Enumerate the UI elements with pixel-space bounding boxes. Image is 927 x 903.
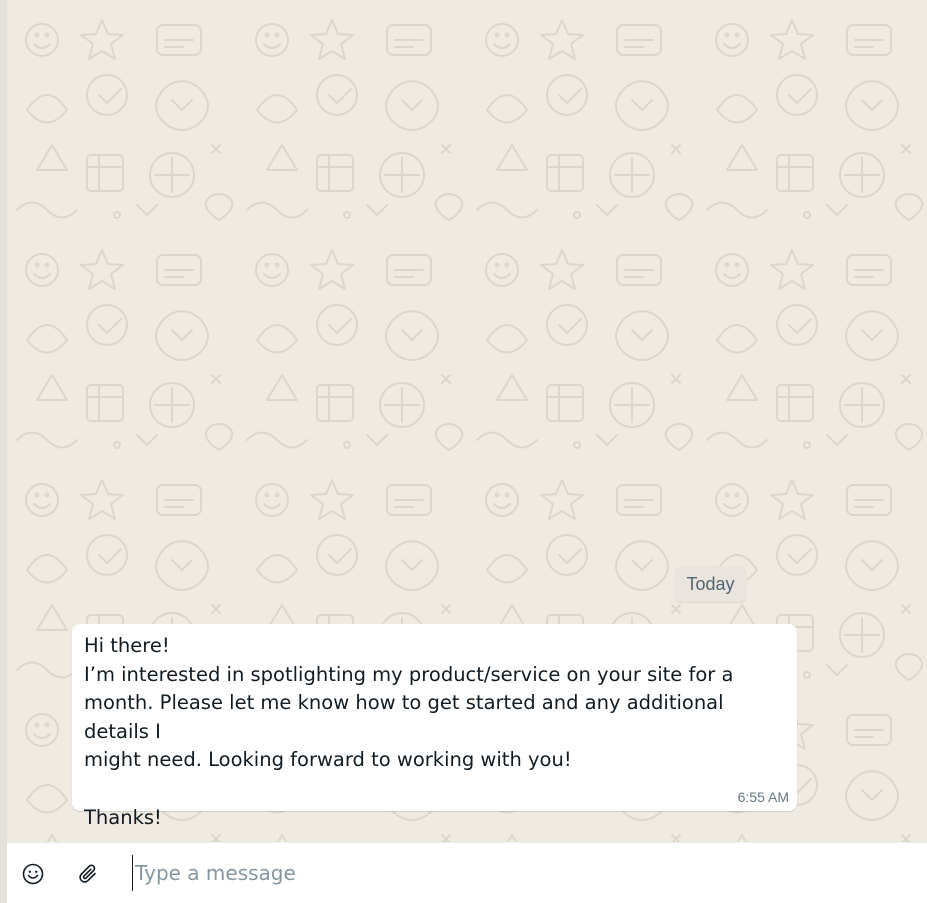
message-text: Hi there! I’m interested in spotlighting… <box>84 634 734 829</box>
message-timestamp: 6:55 AM <box>737 789 789 805</box>
smiley-icon <box>22 863 44 885</box>
emoji-button[interactable] <box>18 859 48 889</box>
chat-window: Today Hi there! I’m interested in spotli… <box>0 0 927 903</box>
message-input[interactable] <box>132 855 915 891</box>
window-edge <box>0 0 7 903</box>
message-composer <box>7 842 927 903</box>
paperclip-icon <box>79 864 96 883</box>
date-divider: Today <box>674 566 747 602</box>
incoming-message-bubble[interactable]: Hi there! I’m interested in spotlighting… <box>72 624 797 829</box>
attach-button[interactable] <box>73 859 103 889</box>
